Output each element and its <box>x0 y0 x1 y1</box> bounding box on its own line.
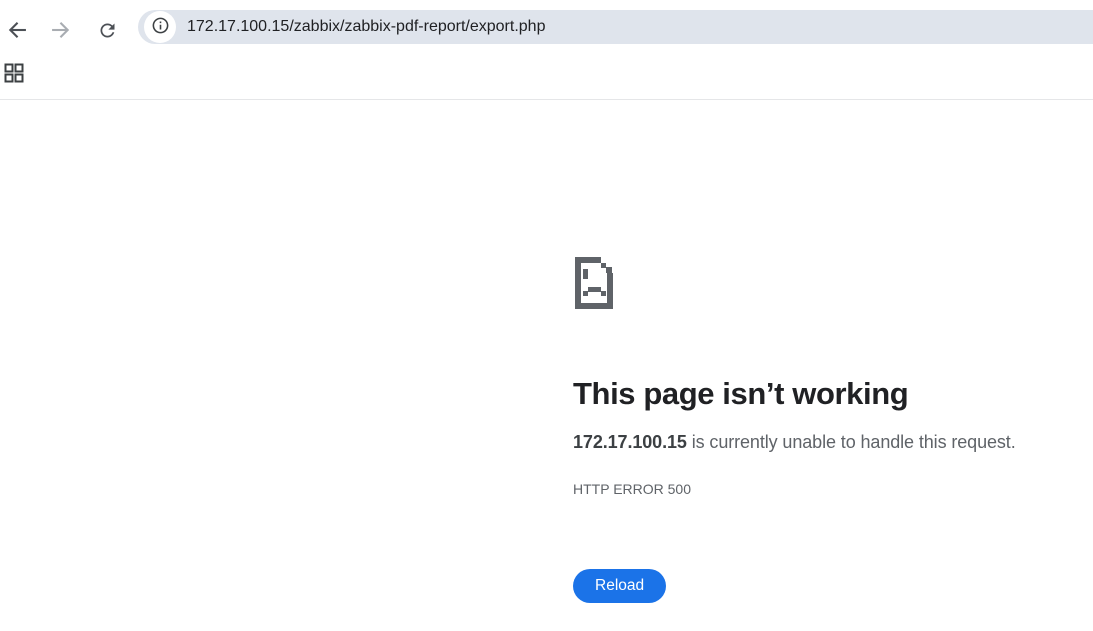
error-message: 172.17.100.15 is currently unable to han… <box>573 432 1093 453</box>
error-page: This page isn’t working 172.17.100.15 is… <box>0 100 1093 603</box>
error-host: 172.17.100.15 <box>573 432 687 452</box>
reload-button[interactable]: Reload <box>573 569 667 603</box>
url-text: 172.17.100.15/zabbix/zabbix-pdf-report/e… <box>187 18 546 35</box>
error-title: This page isn’t working <box>573 376 909 411</box>
error-message-text: is currently unable to handle this reque… <box>686 432 1016 452</box>
apps-shortcut-button[interactable] <box>4 63 24 83</box>
reload-icon <box>97 20 118 41</box>
forward-button[interactable] <box>48 18 72 42</box>
apps-grid-icon <box>4 63 24 86</box>
back-button[interactable] <box>6 18 30 42</box>
site-info-button[interactable] <box>144 11 176 43</box>
info-icon <box>151 16 170 38</box>
sad-file-icon <box>573 255 1093 318</box>
reload-page-button[interactable] <box>95 18 119 42</box>
address-bar[interactable]: 172.17.100.15/zabbix/zabbix-pdf-report/e… <box>138 10 1093 44</box>
error-code: HTTP ERROR 500 <box>573 481 691 497</box>
browser-toolbar: 172.17.100.15/zabbix/zabbix-pdf-report/e… <box>0 0 1093 56</box>
forward-arrow-icon <box>49 19 71 41</box>
bookmarks-bar <box>0 56 1093 99</box>
back-arrow-icon <box>7 19 29 41</box>
